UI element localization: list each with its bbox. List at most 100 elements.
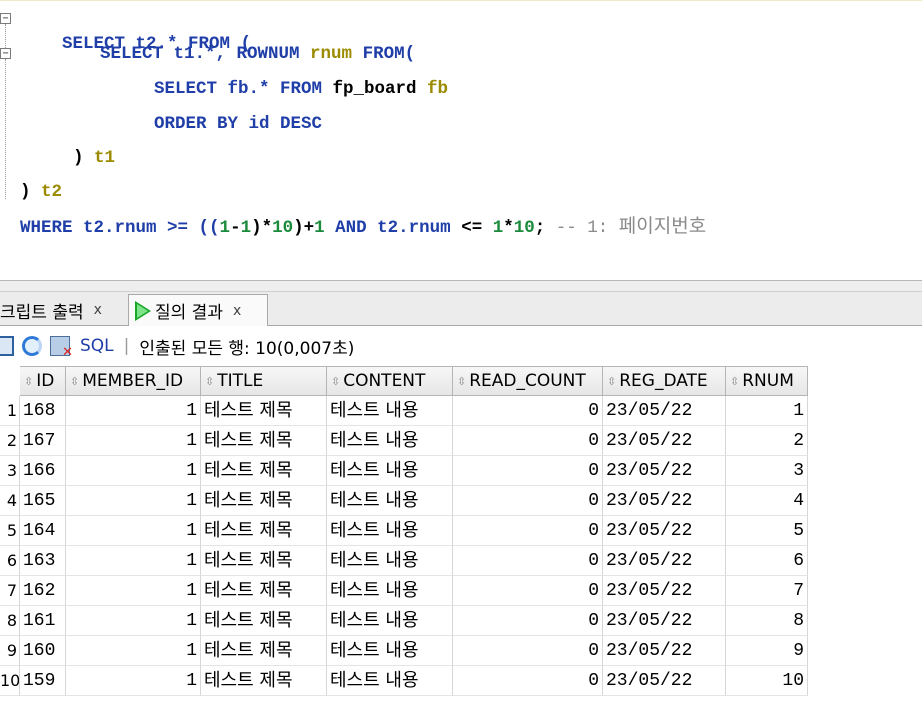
cell-title[interactable]: 테스트 제목 <box>201 456 327 486</box>
sort-icon[interactable]: ⇳ <box>70 368 79 395</box>
cell-id[interactable]: 163 <box>20 546 66 576</box>
cell-rnum[interactable]: 10 <box>726 666 808 696</box>
refresh-icon[interactable] <box>22 336 42 356</box>
cell-rnum[interactable]: 6 <box>726 546 808 576</box>
cell-content[interactable]: 테스트 내용 <box>327 606 453 636</box>
cell-rnum[interactable]: 3 <box>726 456 808 486</box>
row-number: 9 <box>0 636 20 666</box>
cell-read-count[interactable]: 0 <box>453 426 603 456</box>
cell-member-id[interactable]: 1 <box>66 576 201 606</box>
column-header-read-count[interactable]: ⇳ READ_COUNT <box>453 366 603 396</box>
column-header-id[interactable]: ⇳ ID <box>20 366 66 396</box>
cell-member-id[interactable]: 1 <box>66 486 201 516</box>
cell-title[interactable]: 테스트 제목 <box>201 486 327 516</box>
cell-id[interactable]: 162 <box>20 576 66 606</box>
column-header-member-id[interactable]: ⇳ MEMBER_ID <box>66 366 201 396</box>
cell-content[interactable]: 테스트 내용 <box>327 426 453 456</box>
cell-rnum[interactable]: 7 <box>726 576 808 606</box>
sort-icon[interactable]: ⇳ <box>331 368 340 395</box>
cell-read-count[interactable]: 0 <box>453 546 603 576</box>
cell-content[interactable]: 테스트 내용 <box>327 666 453 696</box>
cell-content[interactable]: 테스트 내용 <box>327 486 453 516</box>
column-header-title[interactable]: ⇳ TITLE <box>201 366 327 396</box>
column-header-reg-date[interactable]: ⇳ REG_DATE <box>603 366 726 396</box>
cell-read-count[interactable]: 0 <box>453 486 603 516</box>
code-token: )+ <box>293 218 315 238</box>
fold-collapse-icon[interactable]: − <box>0 48 11 59</box>
fold-collapse-icon[interactable]: − <box>0 13 11 24</box>
tab-script-output[interactable]: 크립트 출력 x <box>0 294 126 326</box>
editor-top-border <box>0 0 922 1</box>
cell-content[interactable]: 테스트 내용 <box>327 396 453 426</box>
cell-read-count[interactable]: 0 <box>453 396 603 426</box>
cell-read-count[interactable]: 0 <box>453 666 603 696</box>
cell-content[interactable]: 테스트 내용 <box>327 456 453 486</box>
sort-icon[interactable]: ⇳ <box>24 368 33 395</box>
cell-id[interactable]: 161 <box>20 606 66 636</box>
cell-read-count[interactable]: 0 <box>453 636 603 666</box>
cell-read-count[interactable]: 0 <box>453 576 603 606</box>
code-token: t1 <box>94 148 116 168</box>
close-icon[interactable]: x <box>233 303 241 319</box>
cell-title[interactable]: 테스트 제목 <box>201 576 327 606</box>
cell-rnum[interactable]: 5 <box>726 516 808 546</box>
cell-member-id[interactable]: 1 <box>66 516 201 546</box>
cell-rnum[interactable]: 1 <box>726 396 808 426</box>
cell-member-id[interactable]: 1 <box>66 426 201 456</box>
export-icon[interactable] <box>50 336 73 360</box>
cell-content[interactable]: 테스트 내용 <box>327 576 453 606</box>
column-header-content[interactable]: ⇳ CONTENT <box>327 366 453 396</box>
cell-reg-date[interactable]: 23/05/22 <box>603 666 726 696</box>
cell-id[interactable]: 168 <box>20 396 66 426</box>
cell-rnum[interactable]: 8 <box>726 606 808 636</box>
cell-reg-date[interactable]: 23/05/22 <box>603 636 726 666</box>
cell-read-count[interactable]: 0 <box>453 516 603 546</box>
cell-reg-date[interactable]: 23/05/22 <box>603 396 726 426</box>
cell-content[interactable]: 테스트 내용 <box>327 546 453 576</box>
cell-content[interactable]: 테스트 내용 <box>327 516 453 546</box>
cell-member-id[interactable]: 1 <box>66 606 201 636</box>
cell-reg-date[interactable]: 23/05/22 <box>603 576 726 606</box>
cell-title[interactable]: 테스트 제목 <box>201 426 327 456</box>
cell-content[interactable]: 테스트 내용 <box>327 636 453 666</box>
cell-id[interactable]: 160 <box>20 636 66 666</box>
tab-query-result[interactable]: 질의 결과 x <box>128 294 268 326</box>
sql-editor[interactable]: − − SELECT t2.* FROM ( SELECT t1.*, ROWN… <box>0 0 922 280</box>
cell-rnum[interactable]: 9 <box>726 636 808 666</box>
cell-id[interactable]: 164 <box>20 516 66 546</box>
sort-icon[interactable]: ⇳ <box>730 368 739 395</box>
cell-member-id[interactable]: 1 <box>66 396 201 426</box>
cell-reg-date[interactable]: 23/05/22 <box>603 486 726 516</box>
cell-title[interactable]: 테스트 제목 <box>201 636 327 666</box>
cell-title[interactable]: 테스트 제목 <box>201 546 327 576</box>
cell-reg-date[interactable]: 23/05/22 <box>603 426 726 456</box>
cell-reg-date[interactable]: 23/05/22 <box>603 606 726 636</box>
cell-title[interactable]: 테스트 제목 <box>201 396 327 426</box>
sort-icon[interactable]: ⇳ <box>457 368 466 395</box>
cell-id[interactable]: 167 <box>20 426 66 456</box>
cell-reg-date[interactable]: 23/05/22 <box>603 456 726 486</box>
sql-button[interactable]: SQL <box>80 336 114 356</box>
cell-title[interactable]: 테스트 제목 <box>201 606 327 636</box>
cell-member-id[interactable]: 1 <box>66 546 201 576</box>
sort-icon[interactable]: ⇳ <box>205 368 214 395</box>
cell-member-id[interactable]: 1 <box>66 666 201 696</box>
close-icon[interactable]: x <box>94 302 102 318</box>
sort-icon[interactable]: ⇳ <box>607 368 616 395</box>
cell-id[interactable]: 166 <box>20 456 66 486</box>
panel-splitter[interactable] <box>0 280 922 292</box>
cell-title[interactable]: 테스트 제목 <box>201 516 327 546</box>
cell-rnum[interactable]: 2 <box>726 426 808 456</box>
cell-id[interactable]: 165 <box>20 486 66 516</box>
cell-id[interactable]: 159 <box>20 666 66 696</box>
cell-read-count[interactable]: 0 <box>453 456 603 486</box>
cell-member-id[interactable]: 1 <box>66 456 201 486</box>
cell-reg-date[interactable]: 23/05/22 <box>603 546 726 576</box>
cell-read-count[interactable]: 0 <box>453 606 603 636</box>
column-header-rnum[interactable]: ⇳ RNUM <box>726 366 808 396</box>
cell-title[interactable]: 테스트 제목 <box>201 666 327 696</box>
cell-reg-date[interactable]: 23/05/22 <box>603 516 726 546</box>
cell-rnum[interactable]: 4 <box>726 486 808 516</box>
pin-icon[interactable] <box>0 336 14 356</box>
cell-member-id[interactable]: 1 <box>66 636 201 666</box>
